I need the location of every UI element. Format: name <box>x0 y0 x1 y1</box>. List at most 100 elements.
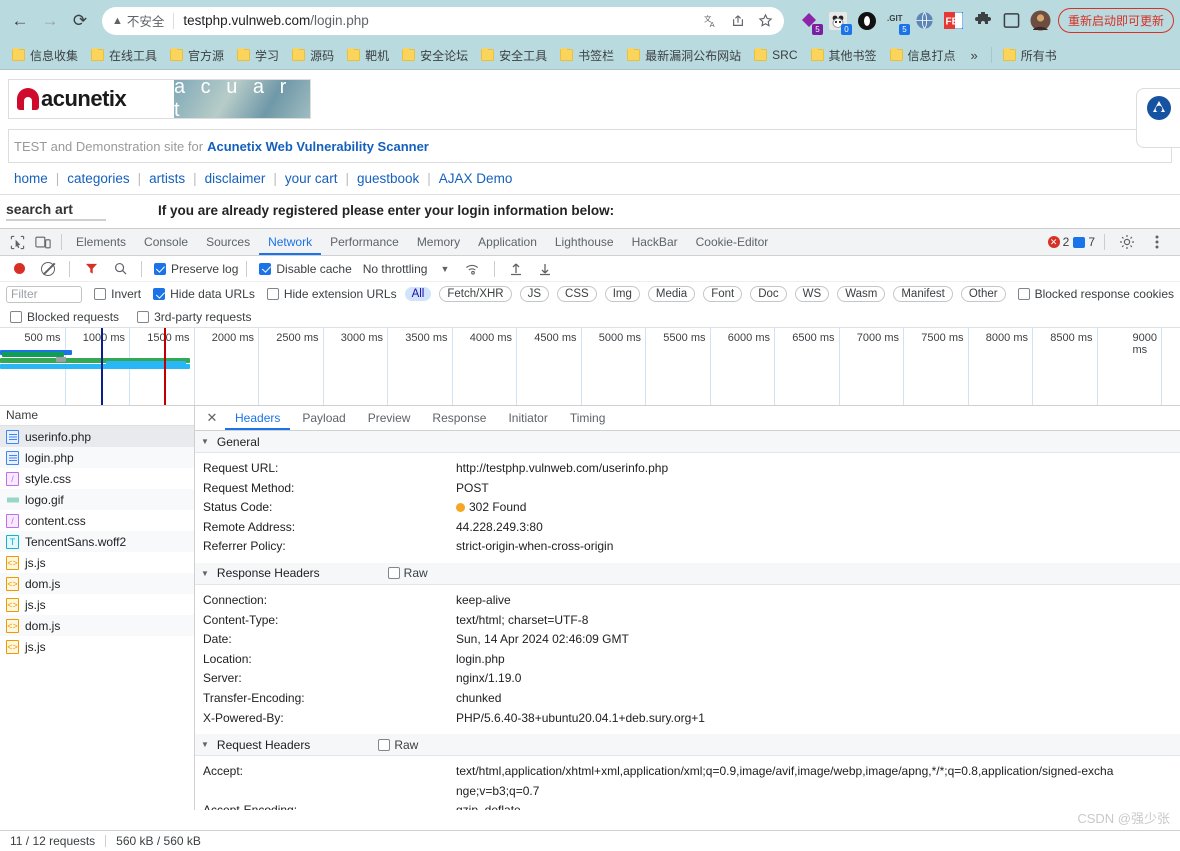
section-header-request-headers[interactable]: ▼ Request Headers Raw <box>195 734 1180 757</box>
bookmark-item[interactable]: 在线工具 <box>85 44 163 67</box>
site-nav-home[interactable]: home <box>6 171 56 186</box>
type-filter-manifest[interactable]: Manifest <box>893 286 953 302</box>
bookmarks-overflow-button[interactable]: » <box>963 48 986 63</box>
restart-to-update-button[interactable]: 重新启动即可更新 <box>1057 8 1174 33</box>
type-filter-css[interactable]: CSS <box>557 286 597 302</box>
throttling-select[interactable]: No throttling <box>363 262 428 276</box>
black-circle-extension[interactable] <box>856 10 878 32</box>
bookmark-item[interactable]: SRC <box>748 45 803 65</box>
type-filter-fetch-xhr[interactable]: Fetch/XHR <box>439 286 512 302</box>
bookmark-item-all[interactable]: 所有书 <box>997 44 1063 67</box>
raw-toggle-response[interactable]: Raw <box>387 566 428 580</box>
request-list-item[interactable]: T TencentSans.woff2 <box>0 531 194 552</box>
detail-tab-payload[interactable]: Payload <box>292 406 355 430</box>
site-nav-guestbook[interactable]: guestbook <box>349 171 427 186</box>
filter-icon[interactable] <box>78 257 104 281</box>
site-nav-your-cart[interactable]: your cart <box>277 171 346 186</box>
bookmark-item[interactable]: 书签栏 <box>554 44 620 67</box>
puzzle-extensions-icon[interactable] <box>972 10 994 32</box>
panda-extension[interactable]: 0 <box>827 10 852 35</box>
floating-widget[interactable] <box>1136 88 1180 148</box>
close-icon[interactable]: ✕ <box>201 410 223 426</box>
tab-network[interactable]: Network <box>259 229 322 255</box>
type-filter-all[interactable]: All <box>404 287 432 301</box>
type-filter-other[interactable]: Other <box>960 286 1006 302</box>
type-filter-img[interactable]: Img <box>604 286 640 302</box>
blocked-requests-checkbox[interactable]: Blocked requests <box>10 310 119 324</box>
profile-avatar[interactable] <box>1030 10 1052 32</box>
bookmark-item[interactable]: 安全工具 <box>475 44 553 67</box>
hide-extension-urls-checkbox[interactable]: Hide extension URLs <box>266 287 397 301</box>
detail-tab-response[interactable]: Response <box>422 406 496 430</box>
site-nav-categories[interactable]: categories <box>59 171 137 186</box>
tab-console[interactable]: Console <box>135 229 197 255</box>
sidepanel-icon[interactable] <box>1001 10 1023 32</box>
network-conditions-icon[interactable] <box>460 257 486 281</box>
error-count-badge[interactable]: ✕ 2 <box>1047 235 1069 249</box>
request-list-item[interactable]: userinfo.php <box>0 426 194 447</box>
tab-cookie-editor[interactable]: Cookie-Editor <box>687 229 778 255</box>
translate-icon[interactable]: 文A <box>703 12 720 29</box>
tab-hackbar[interactable]: HackBar <box>623 229 687 255</box>
bookmark-item[interactable]: 安全论坛 <box>396 44 474 67</box>
chevron-down-icon[interactable]: ▼ <box>440 264 449 274</box>
bookmark-item[interactable]: 其他书签 <box>805 44 883 67</box>
request-list-item[interactable]: <> dom.js <box>0 615 194 636</box>
third-party-requests-checkbox[interactable]: 3rd-party requests <box>137 310 251 324</box>
tab-application[interactable]: Application <box>469 229 546 255</box>
request-list-item[interactable]: <> js.js <box>0 636 194 657</box>
acunetix-logo[interactable]: acunetix a c u a r t <box>8 76 311 121</box>
forward-button[interactable]: → <box>36 7 64 35</box>
request-list-item[interactable]: / content.css <box>0 510 194 531</box>
request-list-item[interactable]: <> dom.js <box>0 573 194 594</box>
bookmark-item[interactable]: 官方源 <box>164 44 230 67</box>
type-filter-wasm[interactable]: Wasm <box>837 286 886 302</box>
gear-icon[interactable] <box>1114 230 1140 254</box>
bookmark-item[interactable]: 源码 <box>286 44 340 67</box>
network-overview-timeline[interactable]: 500 ms 1000 ms 1500 ms 2000 ms 2500 ms 3000 m… <box>0 328 1180 406</box>
type-filter-js[interactable]: JS <box>519 286 550 302</box>
detail-tab-headers[interactable]: Headers <box>225 406 291 430</box>
site-nav-artists[interactable]: artists <box>141 171 193 186</box>
purple-diamond-extension[interactable]: 5 <box>798 10 823 35</box>
type-filter-media[interactable]: Media <box>647 286 696 302</box>
tab-memory[interactable]: Memory <box>408 229 469 255</box>
disable-cache-checkbox[interactable]: Disable cache <box>259 262 352 276</box>
bookmark-item[interactable]: 最新漏洞公布网站 <box>621 44 747 67</box>
reload-button[interactable]: ⟳ <box>66 7 94 35</box>
request-list[interactable]: Name userinfo.php login.php / style.css logo… <box>0 406 195 810</box>
preserve-log-checkbox[interactable]: Preserve log <box>154 262 238 276</box>
back-button[interactable]: ← <box>6 7 34 35</box>
detail-tab-timing[interactable]: Timing <box>560 406 616 430</box>
section-header-response-headers[interactable]: ▼ Response Headers Raw <box>195 562 1180 585</box>
tab-elements[interactable]: Elements <box>67 229 135 255</box>
kebab-menu-icon[interactable] <box>1144 230 1170 254</box>
address-text[interactable]: testphp.vulnweb.com/login.php <box>183 13 697 28</box>
search-icon[interactable] <box>107 257 133 281</box>
record-stop-icon[interactable] <box>6 257 32 281</box>
tab-performance[interactable]: Performance <box>321 229 408 255</box>
bookmark-item[interactable]: 信息打点 <box>884 44 962 67</box>
share-icon[interactable] <box>730 12 747 29</box>
site-nav-ajax-demo[interactable]: AJAX Demo <box>431 171 521 186</box>
tab-lighthouse[interactable]: Lighthouse <box>546 229 623 255</box>
omnibox[interactable]: ▲ 不安全 testphp.vulnweb.com/login.php 文A <box>102 6 784 35</box>
clear-icon[interactable] <box>35 257 61 281</box>
type-filter-font[interactable]: Font <box>703 286 743 302</box>
bookmark-item[interactable]: 学习 <box>231 44 285 67</box>
raw-toggle-request[interactable]: Raw <box>378 738 418 752</box>
export-har-icon[interactable] <box>532 257 558 281</box>
star-icon[interactable] <box>757 12 774 29</box>
tagline-link[interactable]: Acunetix Web Vulnerability Scanner <box>207 139 429 154</box>
hide-data-urls-checkbox[interactable]: Hide data URLs <box>153 287 255 301</box>
detail-tab-initiator[interactable]: Initiator <box>498 406 557 430</box>
invert-checkbox[interactable]: Invert <box>94 287 141 301</box>
bookmark-item[interactable]: 信息收集 <box>6 44 84 67</box>
request-list-item[interactable]: login.php <box>0 447 194 468</box>
request-list-item[interactable]: logo.gif <box>0 489 194 510</box>
request-list-item[interactable]: <> js.js <box>0 552 194 573</box>
device-toolbar-icon[interactable] <box>30 230 56 254</box>
type-filter-ws[interactable]: WS <box>794 286 830 302</box>
tab-sources[interactable]: Sources <box>197 229 259 255</box>
site-nav-disclaimer[interactable]: disclaimer <box>197 171 274 186</box>
